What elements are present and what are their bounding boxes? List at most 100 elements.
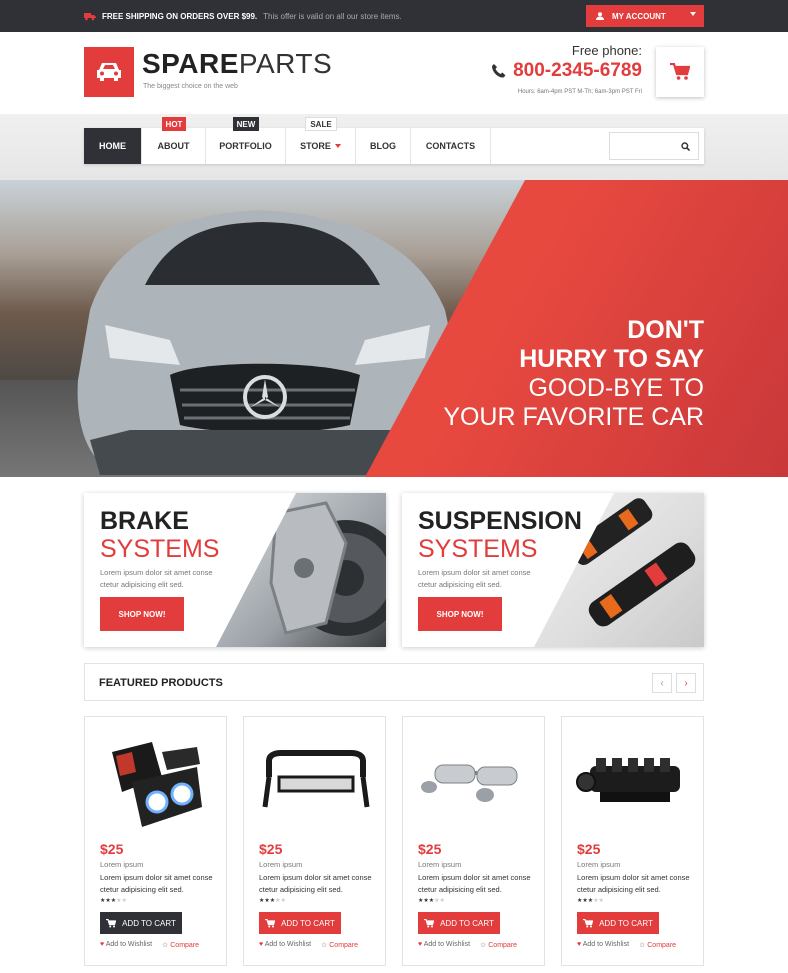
hero-banner[interactable]: DON'T HURRY TO SAY GOOD-BYE TO YOUR FAVO… <box>0 180 788 477</box>
product-price: $25 <box>418 841 442 857</box>
product-desc: Lorem ipsum dolor sit amet conse ctetur … <box>418 873 531 894</box>
user-icon <box>596 12 604 20</box>
nav-about[interactable]: HOT ABOUT <box>142 117 206 164</box>
promo-subtitle: SYSTEMS <box>418 535 538 563</box>
add-to-wishlist-link[interactable]: ♥ Add to Wishlist <box>259 941 311 949</box>
compare-label: Compare <box>488 942 518 949</box>
product-actions: ♥ Add to Wishlist ☆ Compare <box>577 941 676 949</box>
add-to-wishlist-link[interactable]: ♥ Add to Wishlist <box>100 941 152 949</box>
chevron-right-icon: › <box>684 677 688 689</box>
star-rating: ★★★★★ <box>577 898 604 904</box>
add-to-cart-button[interactable]: ADD TO CART <box>259 912 341 934</box>
product-image-bull-bar[interactable] <box>254 727 377 837</box>
product-name[interactable]: Lorem ipsum <box>100 860 143 869</box>
add-to-cart-label: ADD TO CART <box>122 918 176 928</box>
compare-link[interactable]: ☆ Compare <box>162 941 199 949</box>
nav-blog[interactable]: BLOG <box>356 128 411 164</box>
hero-line-4: YOUR FAVORITE CAR <box>443 403 704 431</box>
bull-bar-icon <box>262 750 369 808</box>
logo-light: PARTS <box>238 48 333 79</box>
product-image-exhaust[interactable] <box>413 727 536 837</box>
nav-contacts-label: CONTACTS <box>425 141 476 151</box>
product-price: $25 <box>259 841 283 857</box>
heart-icon: ♥ <box>100 941 105 948</box>
star-outline-icon: ☆ <box>480 942 487 949</box>
product-price: $25 <box>577 841 601 857</box>
logo-mark[interactable] <box>84 47 134 97</box>
star-rating: ★★★★★ <box>418 898 445 904</box>
wishlist-label: Add to Wishlist <box>105 941 153 948</box>
star-outline-icon: ☆ <box>639 942 646 949</box>
truck-icon <box>84 12 96 20</box>
promo-title: BRAKE <box>100 507 189 535</box>
product-card[interactable]: $25 Lorem ipsum Lorem ipsum dolor sit am… <box>402 716 545 966</box>
compare-label: Compare <box>170 942 200 949</box>
nav-contacts[interactable]: CONTACTS <box>411 128 491 164</box>
star-rating: ★★★★★ <box>259 898 286 904</box>
headlights-icon <box>111 742 202 827</box>
chevron-down-icon <box>334 144 341 148</box>
star-outline-icon: ☆ <box>321 942 328 949</box>
product-desc: Lorem ipsum dolor sit amet conse ctetur … <box>100 873 213 894</box>
compare-label: Compare <box>329 942 359 949</box>
nav-about-label: ABOUT <box>157 141 190 151</box>
top-bar: FREE SHIPPING ON ORDERS OVER $99. This o… <box>0 0 788 32</box>
hot-badge: HOT <box>161 117 187 131</box>
phone-number[interactable]: 800-2345-6789 <box>478 60 642 82</box>
add-to-cart-button[interactable]: ADD TO CART <box>100 912 182 934</box>
nav-blog-label: BLOG <box>370 141 396 151</box>
next-arrow-button[interactable]: › <box>676 673 696 693</box>
prev-arrow-button[interactable]: ‹ <box>652 673 672 693</box>
nav-store[interactable]: SALE STORE <box>286 117 356 164</box>
add-to-cart-label: ADD TO CART <box>281 918 335 928</box>
promo-brake[interactable]: BRAKE SYSTEMS Lorem ipsum dolor sit amet… <box>84 493 386 647</box>
compare-link[interactable]: ☆ Compare <box>321 941 358 949</box>
wishlist-label: Add to Wishlist <box>423 941 471 948</box>
tagline: The biggest choice on the web <box>143 83 238 90</box>
heart-icon: ♥ <box>259 941 264 948</box>
hero-line-3: GOOD-BYE TO <box>528 374 704 402</box>
add-to-wishlist-link[interactable]: ♥ Add to Wishlist <box>577 941 629 949</box>
add-to-cart-button[interactable]: ADD TO CART <box>577 912 659 934</box>
product-card[interactable]: $25 Lorem ipsum Lorem ipsum dolor sit am… <box>84 716 227 966</box>
hero-headline: DON'T HURRY TO SAY GOOD-BYE TO YOUR FAVO… <box>443 316 704 432</box>
nav-portfolio-label: PORTFOLIO <box>219 141 272 151</box>
product-name[interactable]: Lorem ipsum <box>577 860 620 869</box>
product-image-intake-manifold[interactable] <box>572 727 695 837</box>
compare-link[interactable]: ☆ Compare <box>480 941 517 949</box>
new-badge: NEW <box>232 117 260 131</box>
wishlist-label: Add to Wishlist <box>264 941 312 948</box>
shop-now-button[interactable]: SHOP NOW! <box>418 597 502 631</box>
product-image-headlights[interactable] <box>95 727 218 837</box>
add-to-wishlist-link[interactable]: ♥ Add to Wishlist <box>418 941 470 949</box>
cart-icon <box>670 63 690 80</box>
product-name[interactable]: Lorem ipsum <box>418 860 461 869</box>
add-to-cart-button[interactable]: ADD TO CART <box>418 912 500 934</box>
product-actions: ♥ Add to Wishlist ☆ Compare <box>100 941 199 949</box>
free-phone-label: Free phone: <box>571 43 642 58</box>
shop-now-button[interactable]: SHOP NOW! <box>100 597 184 631</box>
cart-button[interactable] <box>656 47 704 97</box>
add-to-cart-label: ADD TO CART <box>440 918 494 928</box>
compare-link[interactable]: ☆ Compare <box>639 941 676 949</box>
logo-text[interactable]: SPAREPARTS <box>142 48 332 80</box>
promo-subtitle: SYSTEMS <box>100 535 220 563</box>
store-hours: Hours: 6am-4pm PST M-Th; 6am-3pm PST Fri <box>517 89 642 95</box>
shipping-note: This offer is valid on all our store ite… <box>263 11 402 21</box>
nav-home[interactable]: HOME <box>84 128 142 164</box>
product-card[interactable]: $25 Lorem ipsum Lorem ipsum dolor sit am… <box>243 716 386 966</box>
nav-home-label: HOME <box>99 141 126 151</box>
my-account-button[interactable]: MY ACCOUNT <box>586 5 704 27</box>
phone-icon <box>492 64 506 78</box>
logo-bold: SPARE <box>142 48 239 79</box>
search-input[interactable] <box>609 132 699 160</box>
promo-desc: Lorem ipsum dolor sit amet conse ctetur … <box>100 568 213 589</box>
product-name[interactable]: Lorem ipsum <box>259 860 302 869</box>
search-icon[interactable] <box>681 142 690 151</box>
heart-icon: ♥ <box>577 941 582 948</box>
nav-portfolio[interactable]: NEW PORTFOLIO <box>206 117 286 164</box>
product-actions: ♥ Add to Wishlist ☆ Compare <box>418 941 517 949</box>
promo-suspension[interactable]: SUSPENSION SYSTEMS Lorem ipsum dolor sit… <box>402 493 704 647</box>
product-price: $25 <box>100 841 124 857</box>
product-card[interactable]: $25 Lorem ipsum Lorem ipsum dolor sit am… <box>561 716 704 966</box>
